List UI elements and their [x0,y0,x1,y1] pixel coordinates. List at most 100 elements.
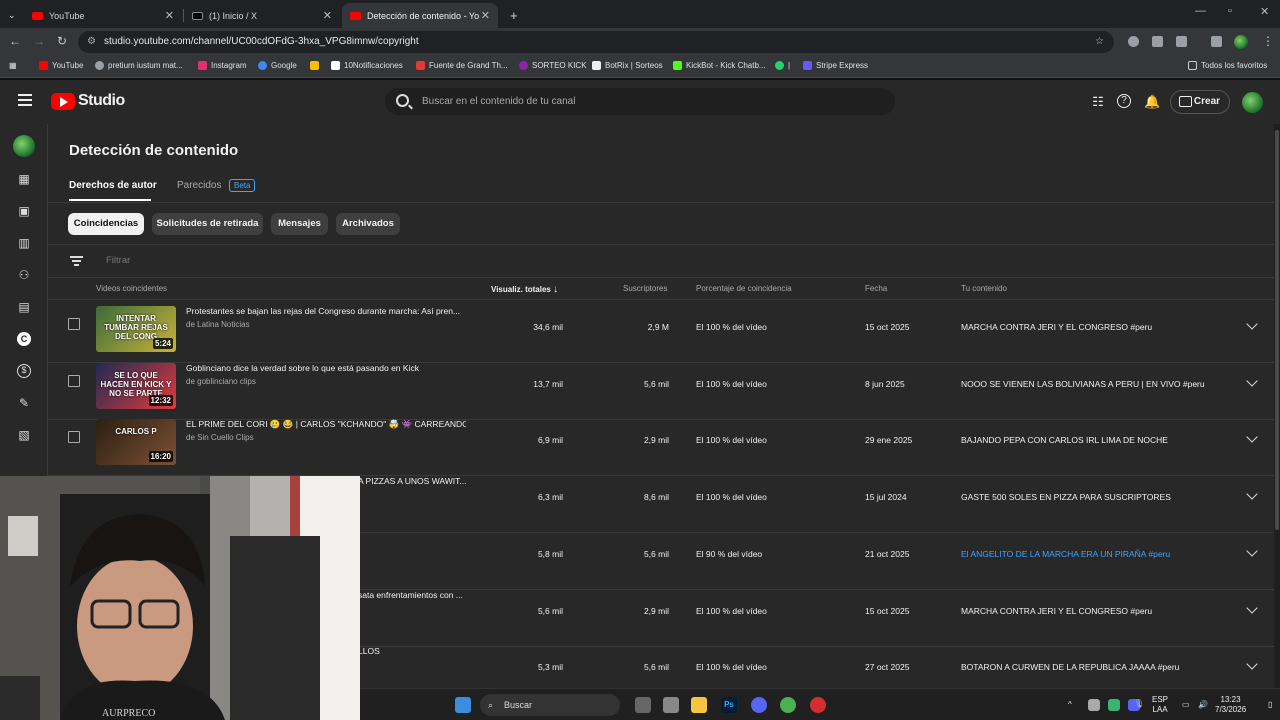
extension-icon[interactable] [1152,36,1163,47]
video-thumbnail[interactable]: SE LO QUE HACEN EN KICK Y NO SE PARTE 12:… [96,362,176,409]
chip-archived[interactable]: Archivados [336,213,400,235]
chevron-down-icon[interactable] [1246,601,1258,614]
apps-grid-icon[interactable]: ▦ [9,61,17,70]
content-icon[interactable]: ▣ [17,204,31,218]
close-icon[interactable]: ✕ [481,9,490,22]
chevron-down-icon[interactable] [1246,545,1258,557]
discord-icon[interactable] [751,697,767,713]
language-indicator[interactable]: ESP LAA [1152,695,1168,715]
bookmark-10notificaciones[interactable]: 10Notificaciones [331,61,403,70]
video-title[interactable]: Goblinciano dice la verdad sobre lo que … [186,363,466,373]
bookmark-whatsapp[interactable]: | [775,61,790,70]
chevron-down-icon[interactable] [1246,318,1258,330]
bookmark-youtube[interactable]: YouTube [39,61,83,70]
new-tab-button[interactable]: + [502,3,522,28]
create-button[interactable]: Crear [1170,90,1230,114]
taskbar-search[interactable]: ⌕ Buscar [480,694,620,716]
chevron-down-icon[interactable] [1246,658,1258,670]
dashboard-icon[interactable]: ▦ [17,172,31,186]
close-icon[interactable]: ✕ [165,9,174,22]
volume-icon[interactable]: 🔊 [1198,700,1208,710]
chip-takedown-requests[interactable]: Solicitudes de retirada [152,213,263,235]
chrome-icon[interactable] [780,697,796,713]
bookmark-sorteo-kick[interactable]: SORTEO KICK [519,61,587,70]
column-header-views[interactable]: Visualiz. totales ↓ [491,284,558,295]
network-icon[interactable]: ▭ [1182,700,1190,710]
video-thumbnail[interactable]: INTENTAR TUMBAR REJAS DEL CONG 5:24 [96,306,176,352]
forward-arrow-icon[interactable]: → [33,34,45,48]
tray-chevron-icon[interactable]: ^ [1068,700,1072,710]
microphone-icon[interactable]: 🎙 [1134,699,1144,709]
minimize-icon[interactable]: — [1195,5,1206,17]
scrollbar-thumb[interactable] [1275,130,1279,530]
subtitles-icon[interactable]: ▤ [17,300,31,314]
earn-icon[interactable]: $ [17,364,31,378]
video-title[interactable]: LLOS [358,646,638,656]
filter-icon[interactable] [70,256,83,266]
table-row[interactable]: INTENTAR TUMBAR REJAS DEL CONG 5:24 Protes… [48,306,1274,363]
chevron-down-icon[interactable] [1246,375,1258,387]
studio-logo[interactable]: Studio [51,92,125,110]
video-channel[interactable]: de Latina Noticias [186,320,250,329]
chip-matches[interactable]: Coincidencias [68,213,144,235]
tab-list-icon[interactable] [1211,36,1222,47]
site-info-icon[interactable]: ⚙ [87,31,96,53]
tray-app-icon[interactable] [1108,699,1120,711]
chevron-down-icon[interactable] [1246,431,1258,444]
audio-library-icon[interactable]: ▧ [17,428,31,442]
close-icon[interactable]: ✕ [323,9,332,22]
video-channel[interactable]: de goblinciano clips [186,377,256,386]
bookmark-pinwheel[interactable] [310,61,323,70]
reload-icon[interactable]: ↻ [57,34,67,48]
notification-center-icon[interactable]: ▯ [1268,700,1272,710]
filter-input[interactable]: Filtrar [106,255,130,266]
extension-icon[interactable] [1128,36,1139,47]
analytics-icon[interactable]: ▥ [17,236,31,250]
tab-likeness[interactable]: Parecidos [177,180,221,191]
customization-icon[interactable]: ✎ [17,396,31,410]
channel-avatar[interactable] [13,135,35,157]
windows-start-icon[interactable] [455,697,471,713]
community-icon[interactable]: ⚇ [17,268,31,282]
browser-tab-active[interactable]: Detección de contenido - YouT ✕ [342,3,498,28]
tab-copyright[interactable]: Derechos de autor [69,180,157,191]
video-title[interactable]: A PIZZAS A UNOS WAWIT... [358,476,638,486]
maximize-icon[interactable]: ▫ [1228,5,1232,17]
chip-messages[interactable]: Mensajes [271,213,328,235]
address-bar[interactable]: ⚙ studio.youtube.com/channel/UC00cdOFdG-… [78,31,1114,53]
bookmark-google[interactable]: Google [258,61,297,70]
bookmark-instagram[interactable]: Instagram [198,61,247,70]
app-icon[interactable] [663,697,679,713]
profile-avatar[interactable] [1234,35,1248,49]
video-thumbnail[interactable]: CARLOS P 16:20 [96,419,176,466]
video-title[interactable]: EL PRIME DEL CORI 🥲 😂 | CARLOS "KCHANDO"… [186,419,466,430]
photoshop-icon[interactable]: Ps [721,697,737,713]
extensions-puzzle-icon[interactable] [1176,36,1187,47]
bookmark-stripe[interactable]: Stripe Express [803,61,868,70]
video-title[interactable]: Protestantes se bajan las rejas del Cong… [186,306,466,316]
bookmark-botrix[interactable]: BotRix | Sorteos [592,61,663,70]
copyright-icon[interactable]: C [17,332,31,346]
clock[interactable]: 13:23 7/3/2026 [1215,695,1246,715]
video-title[interactable]: sata enfrentamientos con ... [358,590,638,600]
app-icon[interactable] [810,697,826,713]
table-row[interactable]: CARLOS P 16:20 EL PRIME DEL CORI 🥲 😂 | CAR… [48,419,1274,477]
hamburger-menu-icon[interactable] [18,94,32,106]
back-arrow-icon[interactable]: ← [9,34,21,48]
chevron-down-icon[interactable] [1246,488,1258,500]
bookmark-kickbot[interactable]: KickBot - Kick Chatb... [673,61,766,70]
bookmark-pretium[interactable]: pretium iustum mat... [95,61,183,70]
video-channel[interactable]: de Sin Cuello Clips [186,433,254,442]
bookmark-star-icon[interactable]: ☆ [1095,31,1104,53]
browser-tab-youtube[interactable]: YouTube ✕ [24,3,182,28]
your-content-cell[interactable]: El ANGELITO DE LA MARCHA ERA UN PIRAÑA #… [961,549,1170,559]
tray-app-icon[interactable] [1088,699,1100,711]
browser-tab-x[interactable]: (1) Inicio / X ✕ [184,3,340,28]
task-view-icon[interactable] [635,697,651,713]
feedback-icon[interactable]: ☷ [1090,94,1106,109]
row-checkbox[interactable] [68,318,80,330]
channel-avatar[interactable] [1242,92,1263,113]
row-checkbox[interactable] [68,374,80,387]
tab-search-dropdown[interactable]: ⌄ [0,3,22,28]
bookmark-fuente[interactable]: Fuente de Grand Th... [416,61,508,70]
